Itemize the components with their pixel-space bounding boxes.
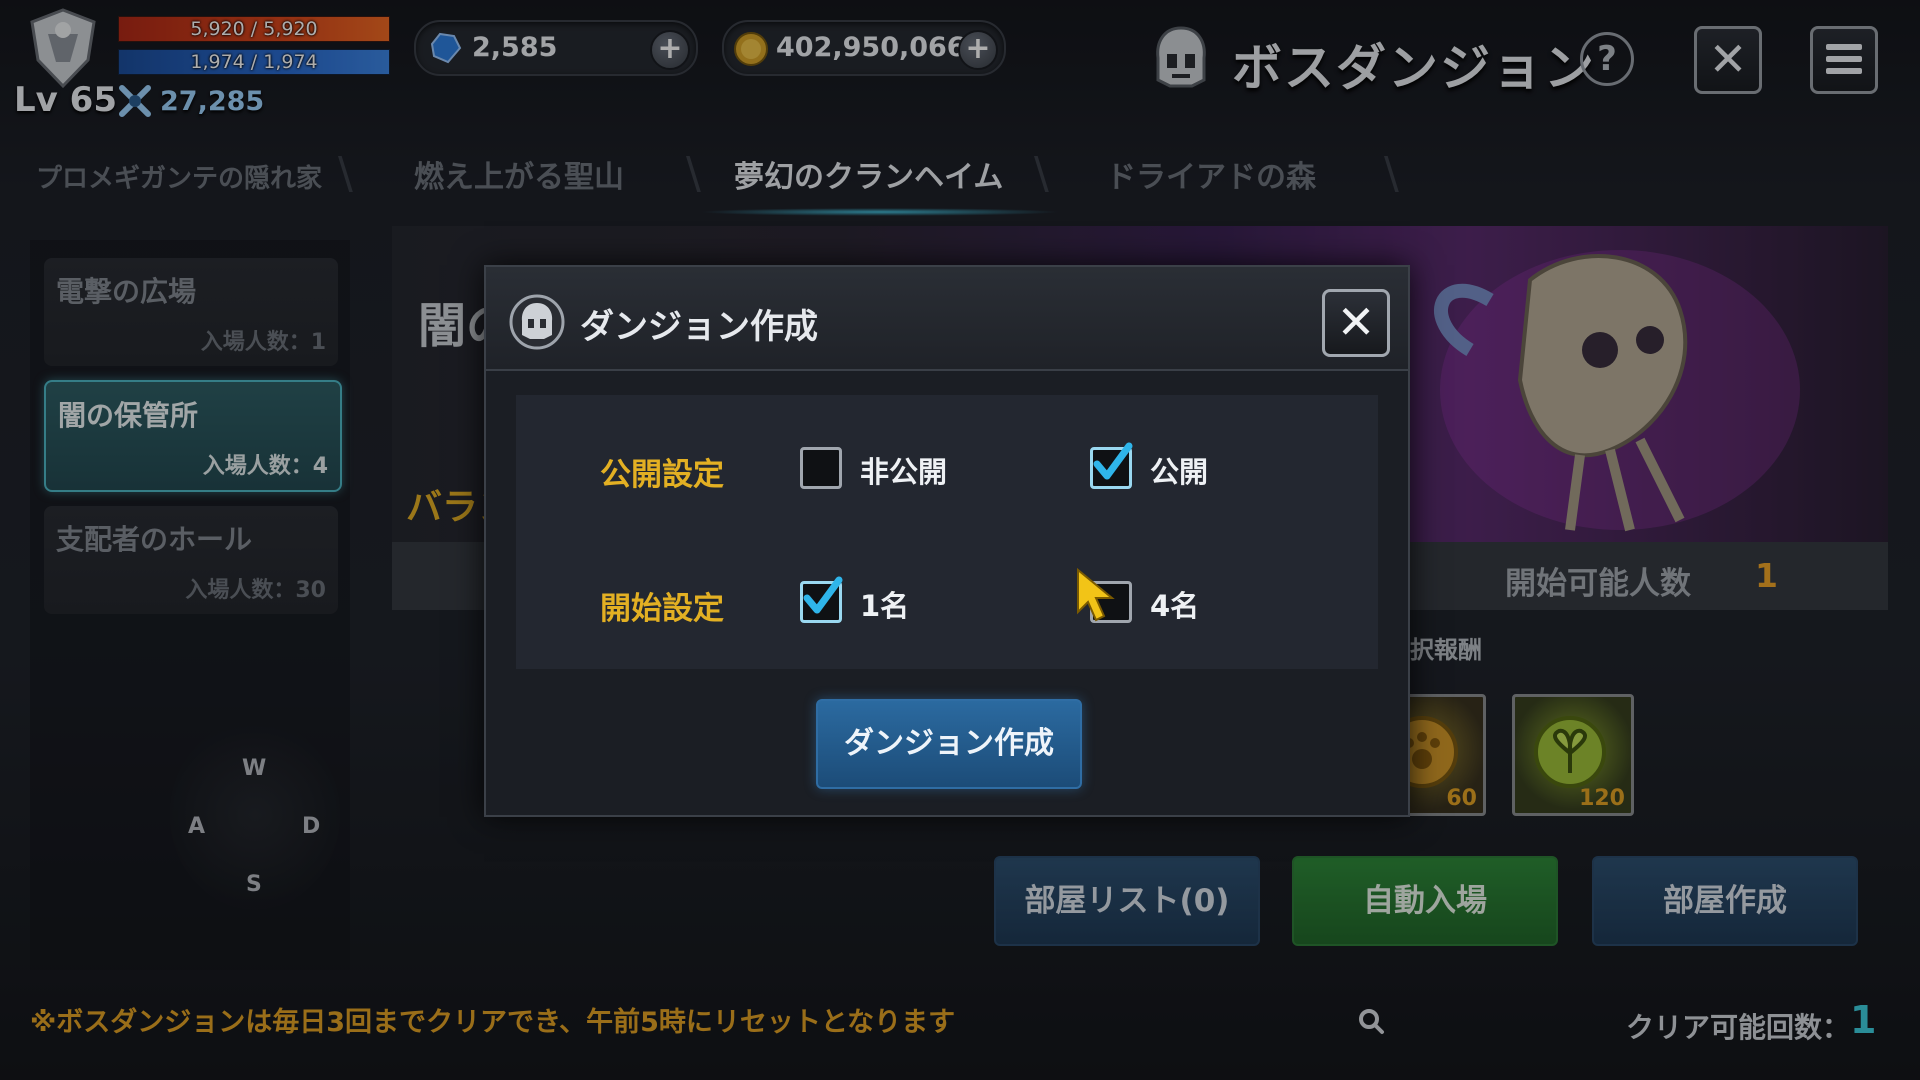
skull-helmet-icon xyxy=(509,294,565,350)
one-player-checkbox[interactable] xyxy=(800,576,843,623)
four-player-label: 4名 xyxy=(1150,589,1200,623)
private-checkbox[interactable] xyxy=(800,447,842,489)
public-label: 公開 xyxy=(1150,455,1209,489)
start-setting-label: 開始設定 xyxy=(600,591,724,627)
private-label: 非公開 xyxy=(860,455,948,489)
one-player-label: 1名 xyxy=(860,589,910,623)
pointer-cursor-icon xyxy=(1077,568,1115,622)
create-dungeon-button[interactable]: ダンジョン作成 xyxy=(816,699,1082,789)
dialog-title: ダンジョン作成 xyxy=(580,307,818,347)
checkmark-icon xyxy=(1093,442,1133,480)
dialog-close-button[interactable]: ✕ xyxy=(1322,289,1390,357)
create-dungeon-dialog: ダンジョン作成 ✕ 公開設定 非公開 公開 開始設定 1名 4名 ダンジョン作成 xyxy=(484,265,1410,817)
public-checkbox[interactable] xyxy=(1090,442,1133,489)
visibility-setting-label: 公開設定 xyxy=(600,457,724,493)
checkmark-icon xyxy=(803,576,843,614)
